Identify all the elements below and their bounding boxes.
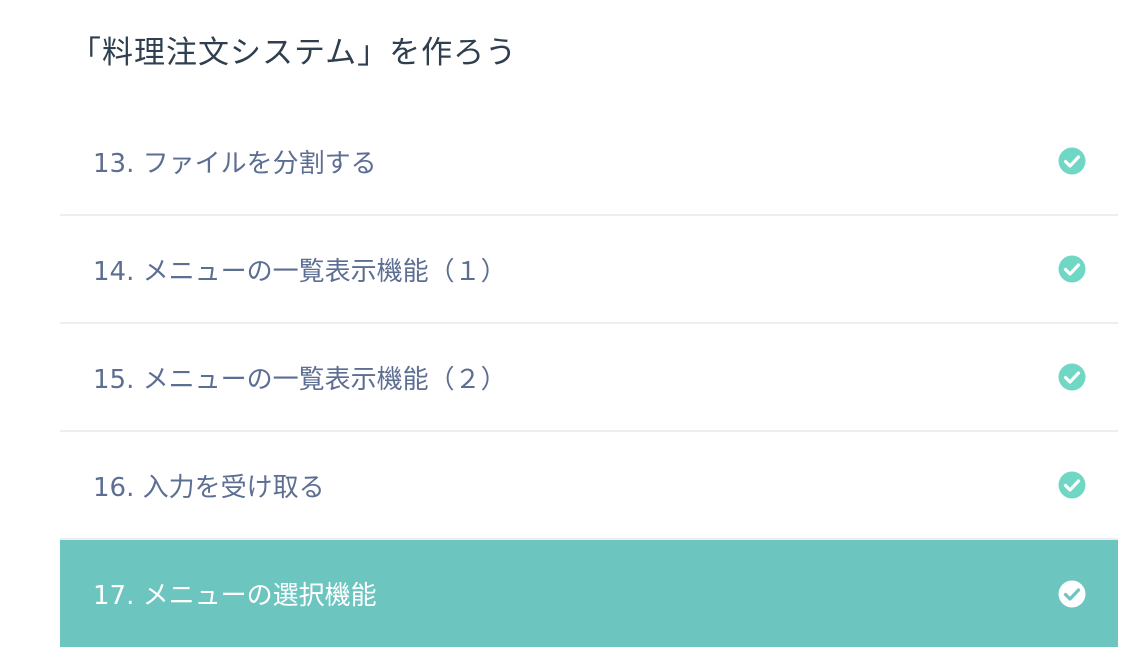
check-circle-icon xyxy=(1058,147,1086,175)
lesson-label: 17. メニューの選択機能 xyxy=(93,581,377,611)
lesson-item-13[interactable]: 13. ファイルを分割する xyxy=(60,108,1118,216)
check-circle-icon xyxy=(1058,471,1086,499)
lesson-page: 「料理注文システム」を作ろう 13. ファイルを分割する 14. メニューの一覧… xyxy=(0,0,1138,660)
check-circle-icon xyxy=(1058,580,1086,608)
lesson-label: 16. 入力を受け取る xyxy=(93,472,325,503)
lesson-label: 13. ファイルを分割する xyxy=(93,148,377,179)
lesson-item-15[interactable]: 15. メニューの一覧表示機能（２） xyxy=(60,324,1118,432)
lesson-label: 14. メニューの一覧表示機能（１） xyxy=(93,256,507,287)
check-circle-icon xyxy=(1058,255,1086,283)
lesson-list: 13. ファイルを分割する 14. メニューの一覧表示機能（１） 15. メニュ… xyxy=(60,108,1118,647)
lesson-item-14[interactable]: 14. メニューの一覧表示機能（１） xyxy=(60,216,1118,324)
lesson-item-16[interactable]: 16. 入力を受け取る xyxy=(60,432,1118,540)
section-title: 「料理注文システム」を作ろう xyxy=(70,35,518,71)
check-circle-icon xyxy=(1058,363,1086,391)
lesson-item-17-active[interactable]: 17. メニューの選択機能 xyxy=(60,540,1118,647)
lesson-label: 15. メニューの一覧表示機能（２） xyxy=(93,364,507,395)
